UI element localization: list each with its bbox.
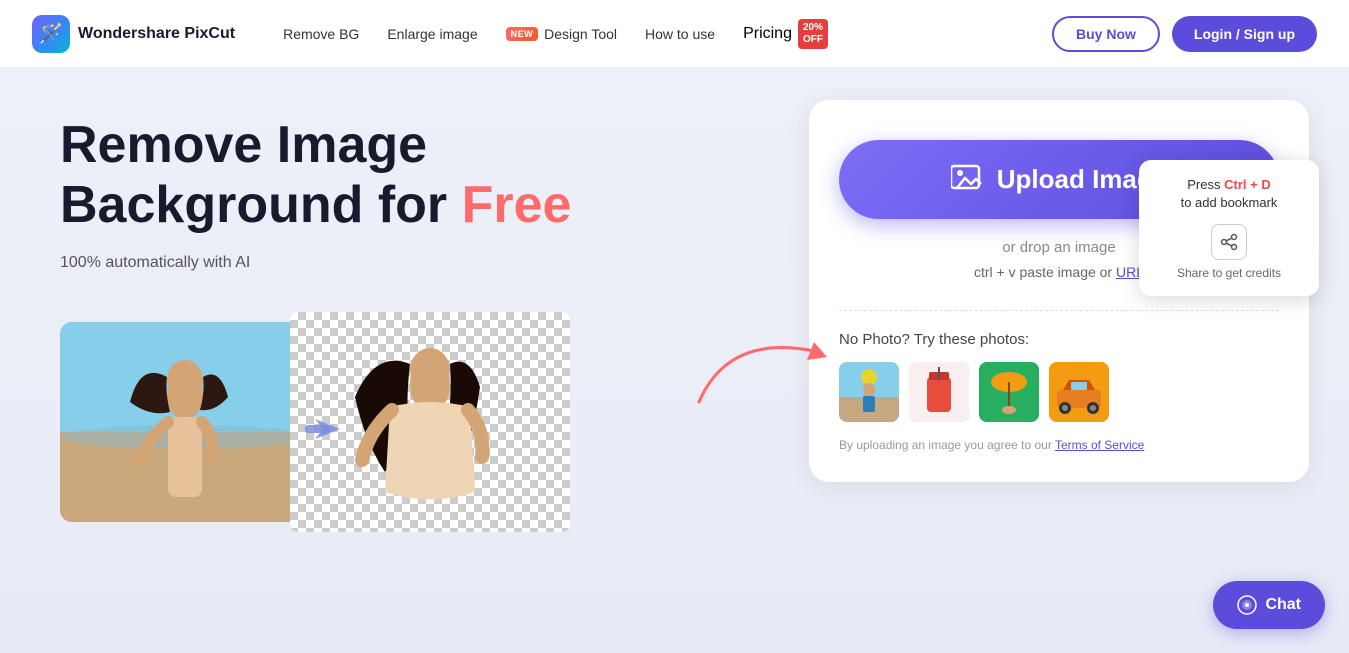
share-label: Share to get credits <box>1177 266 1281 280</box>
nav-design-tool[interactable]: NEW Design Tool <box>506 26 617 42</box>
before-img-bg <box>60 322 310 522</box>
logo-text: Wondershare PixCut <box>78 25 235 43</box>
logo-icon: 🪄 <box>32 15 70 53</box>
nav-remove-bg[interactable]: Remove BG <box>283 26 359 42</box>
sample-photos <box>839 362 1109 422</box>
sample-photo-2[interactable] <box>909 362 969 422</box>
bookmark-popup: Press Ctrl + D to add bookmark <box>1139 160 1319 296</box>
right-arrow <box>305 404 355 462</box>
before-image <box>60 322 310 522</box>
sample-photo-3[interactable] <box>979 362 1039 422</box>
curved-arrow-upload <box>689 322 829 427</box>
image-demo <box>60 312 729 532</box>
share-icon[interactable] <box>1211 224 1247 260</box>
logo-area[interactable]: 🪄 Wondershare PixCut <box>32 15 235 53</box>
upload-card: Upload Image or drop an image ctrl + v p… <box>809 100 1309 482</box>
nav-how-to-use[interactable]: How to use <box>645 26 715 42</box>
new-badge: NEW <box>506 27 539 41</box>
headline: Remove Image Background for Free <box>60 116 729 236</box>
chat-button[interactable]: Chat <box>1213 581 1325 629</box>
ctrl-d-text: Ctrl + D <box>1224 177 1271 192</box>
nav-pricing[interactable]: Pricing 20%OFF <box>743 19 828 49</box>
sample-photo-1[interactable] <box>839 362 899 422</box>
headline-free: Free <box>462 176 572 234</box>
nav-enlarge-image[interactable]: Enlarge image <box>387 26 477 42</box>
login-signup-button[interactable]: Login / Sign up <box>1172 16 1317 52</box>
terms-link[interactable]: Terms of Service <box>1055 438 1144 452</box>
navbar: 🪄 Wondershare PixCut Remove BG Enlarge i… <box>0 0 1349 68</box>
paste-text: ctrl + v paste image or URL <box>974 264 1144 280</box>
subheadline: 100% automatically with AI <box>60 254 729 272</box>
nav-buttons: Buy Now Login / Sign up <box>1052 16 1317 52</box>
divider <box>839 310 1279 311</box>
try-photos-label: No Photo? Try these photos: <box>839 331 1029 348</box>
right-section: Upload Image or drop an image ctrl + v p… <box>769 68 1349 653</box>
main-content: Remove Image Background for Free 100% au… <box>0 68 1349 653</box>
drop-text: or drop an image <box>1002 239 1115 256</box>
nav-links: Remove BG Enlarge image NEW Design Tool … <box>283 19 1020 49</box>
share-area: Share to get credits <box>1159 224 1299 280</box>
pricing-badge: 20%OFF <box>798 19 828 49</box>
left-section: Remove Image Background for Free 100% au… <box>0 68 769 653</box>
sample-photo-4[interactable] <box>1049 362 1109 422</box>
terms-text: By uploading an image you agree to our T… <box>839 438 1144 452</box>
bookmark-text: Press Ctrl + D to add bookmark <box>1159 176 1299 212</box>
buy-now-button[interactable]: Buy Now <box>1052 16 1160 52</box>
upload-icon <box>951 162 983 197</box>
